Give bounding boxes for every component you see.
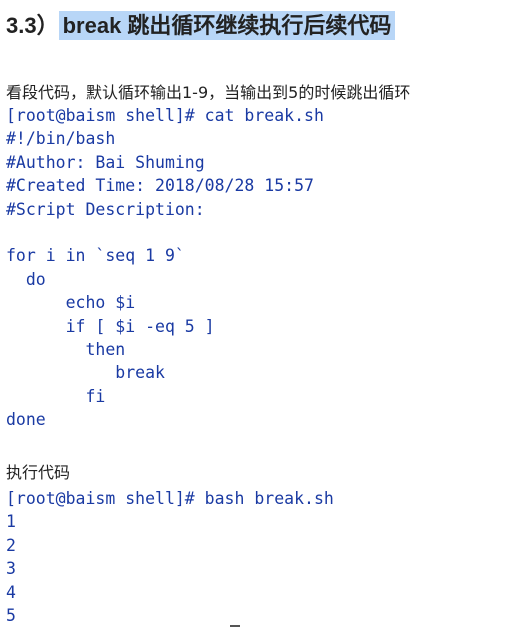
output-line: 1 [6,512,16,532]
output-line: 3 [6,559,16,579]
output-code-block: [root@baism shell]# bash break.sh 1 2 3 4 5 [6,487,334,627]
code-line: then [6,339,126,359]
code-line: #Author: Bai Shuming [6,152,205,172]
code-line: fi [6,386,106,406]
code-line: echo $i [6,293,136,313]
code-line: #Created Time: 2018/08/28 15:57 [6,176,314,196]
section-title: break 跳出循环继续执行后续代码 [58,11,396,40]
output-line: 5 [6,605,16,625]
output-line: [root@baism shell]# bash break.sh [6,489,334,508]
code-line: break [6,363,165,383]
code-line: if [ $i -eq 5 ] [6,316,215,336]
intro-paragraph: 看段代码，默认循环输出1-9，当输出到5的时候跳出循环 [6,83,411,102]
output-line: 2 [6,535,16,555]
code-line: done [6,410,46,430]
code-line: for i in `seq 1 9` [6,246,185,266]
code-line: #!/bin/bash [6,129,116,149]
run-paragraph: 执行代码 [6,463,71,482]
output-line: 4 [6,582,16,602]
code-line: #Script Description: [6,199,205,219]
document-page: 3.3） break 跳出循环继续执行后续代码 看段代码，默认循环输出1-9，当输… [0,0,522,637]
code-line: do [6,269,46,289]
section-number: 3.3） [6,13,59,38]
section-heading: 3.3） break 跳出循环继续执行后续代码 [6,8,396,40]
script-code-block: [root@baism shell]# cat break.sh #!/bin/b… [6,104,324,431]
code-line: [root@baism shell]# cat break.sh [6,106,324,125]
text-cursor-mark [230,625,240,627]
